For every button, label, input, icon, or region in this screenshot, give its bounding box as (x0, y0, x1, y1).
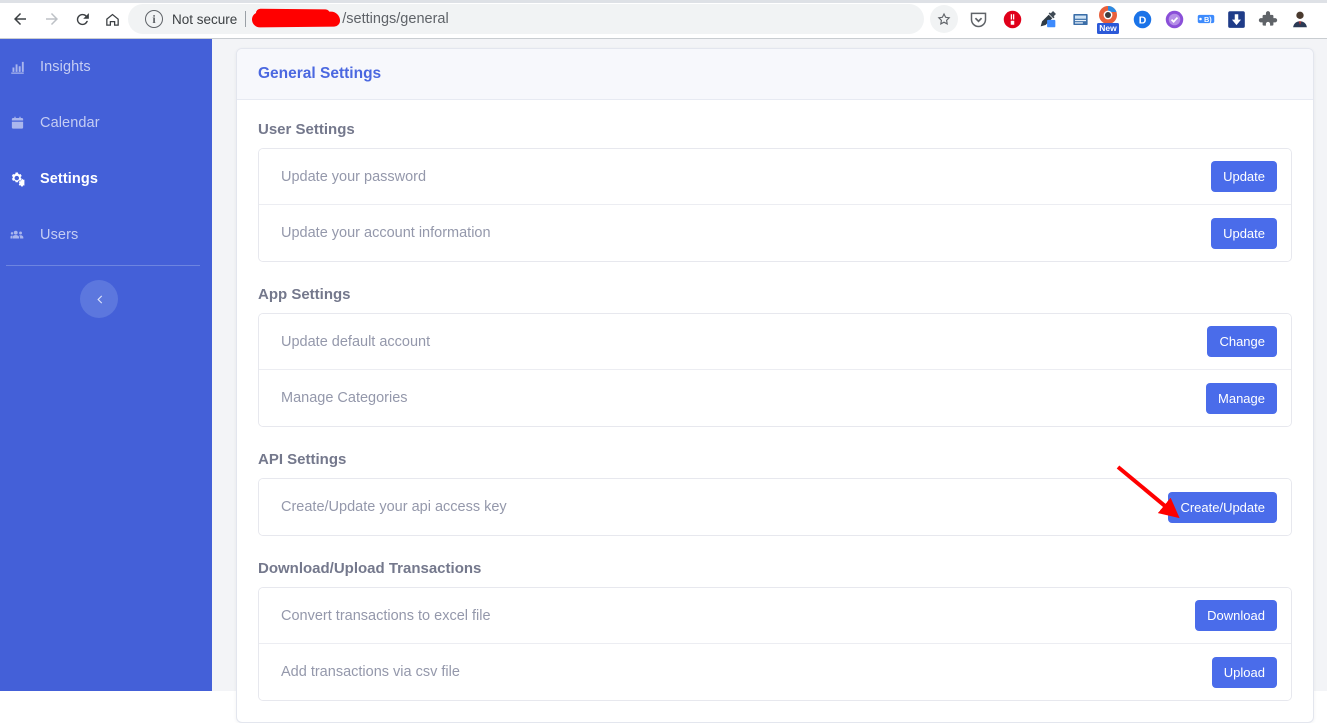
settings-row: Update your account information Update (259, 205, 1291, 261)
manage-categories-button[interactable]: Manage (1206, 382, 1277, 414)
browser-chrome: i Not secure /settings/general New D B) (0, 0, 1327, 39)
url-redaction-mark (252, 11, 341, 28)
chevron-left-icon (96, 294, 102, 304)
sidebar-item-settings[interactable]: Settings (0, 164, 212, 194)
row-label: Update default account (281, 333, 431, 350)
settings-row: Create/Update your api access key Create… (259, 479, 1291, 535)
app-viewport: Insights Calendar Settings Users General… (0, 39, 1327, 723)
profile-avatar-icon[interactable] (1288, 7, 1312, 31)
settings-row: Add transactions via csv file Upload (259, 644, 1291, 700)
info-circle-icon[interactable]: i (145, 10, 163, 28)
svg-text:New: New (1099, 23, 1117, 33)
omnibox-divider (245, 11, 247, 27)
url-path: /settings/general (342, 11, 449, 27)
sidebar-item-label: Insights (40, 59, 91, 75)
create-update-api-key-button[interactable]: Create/Update (1168, 491, 1277, 523)
settings-card: General Settings User Settings Update yo… (236, 48, 1314, 723)
d-circle-icon[interactable]: D (1130, 7, 1154, 31)
address-bar[interactable]: i Not secure /settings/general (128, 4, 924, 34)
home-icon (105, 13, 119, 26)
sidebar-item-users[interactable]: Users (0, 220, 212, 250)
pocket-icon[interactable] (966, 7, 990, 31)
url-text: /settings/general (252, 11, 449, 28)
sidebar-item-insights[interactable]: Insights (0, 52, 212, 82)
download-excel-button[interactable]: Download (1195, 600, 1277, 631)
row-label: Add transactions via csv file (281, 664, 460, 680)
settings-row: Update your password Update (259, 149, 1291, 205)
settings-row: Update default account Change (259, 314, 1291, 370)
back-button[interactable] (6, 5, 34, 33)
reload-button[interactable] (68, 5, 96, 33)
upload-csv-button[interactable]: Upload (1211, 656, 1277, 688)
svg-text:B): B) (1204, 15, 1212, 24)
cogs-icon (6, 170, 28, 188)
sidebar-divider (6, 265, 200, 266)
download-arrow-icon[interactable] (1224, 7, 1248, 31)
page-title: General Settings (258, 65, 382, 82)
forward-button[interactable] (38, 5, 66, 33)
card-icon[interactable]: B) (1194, 7, 1218, 31)
section-title-app-settings: App Settings (258, 286, 351, 303)
settings-group-app-settings: Update default account Change Manage Cat… (258, 313, 1292, 427)
camera-new-icon[interactable]: New (1096, 4, 1120, 34)
reader-icon[interactable] (1068, 7, 1092, 31)
tab-strip-edge (0, 0, 1327, 3)
home-button[interactable] (98, 5, 126, 33)
bookmark-star-button[interactable] (930, 5, 958, 33)
users-icon (6, 226, 28, 244)
row-label: Update your password (281, 168, 427, 185)
section-title-download-upload: Download/Upload Transactions (258, 560, 482, 577)
check-badge-icon[interactable] (1162, 7, 1186, 31)
sidebar-item-calendar[interactable]: Calendar (0, 108, 212, 138)
card-header: General Settings (237, 49, 1313, 100)
sidebar-item-label: Users (40, 227, 79, 243)
adblock-stop-icon[interactable] (1000, 7, 1024, 31)
forward-arrow-icon (46, 13, 58, 25)
calendar-icon (6, 114, 28, 132)
row-label: Manage Categories (281, 390, 408, 406)
row-label: Update your account information (281, 225, 491, 241)
sidebar-item-label: Settings (40, 171, 98, 187)
settings-row: Convert transactions to excel file Downl… (259, 588, 1291, 644)
sidebar-item-label: Calendar (40, 115, 100, 131)
star-icon (937, 12, 951, 25)
settings-row: Manage Categories Manage (259, 370, 1291, 426)
row-label: Convert transactions to excel file (281, 607, 491, 624)
settings-group-user-settings: Update your password Update Update your … (258, 148, 1292, 262)
settings-group-api-settings: Create/Update your api access key Create… (258, 478, 1292, 536)
security-status-label: Not secure (172, 11, 238, 27)
eyedropper-icon[interactable] (1036, 7, 1060, 31)
sidebar-collapse-button[interactable] (80, 280, 118, 318)
chart-bar-icon (6, 58, 28, 76)
sidebar: Insights Calendar Settings Users (0, 39, 212, 691)
section-title-api-settings: API Settings (258, 451, 347, 468)
change-default-account-button[interactable]: Change (1207, 326, 1277, 357)
reload-icon (76, 12, 89, 25)
extensions-puzzle-icon[interactable] (1256, 7, 1280, 31)
card-body: User Settings Update your password Updat… (237, 121, 1313, 701)
settings-group-download-upload: Convert transactions to excel file Downl… (258, 587, 1292, 701)
svg-text:D: D (1138, 14, 1146, 26)
back-arrow-icon (14, 13, 26, 25)
section-title-user-settings: User Settings (258, 121, 355, 138)
update-password-button[interactable]: Update (1211, 161, 1277, 192)
row-label: Create/Update your api access key (281, 499, 507, 515)
update-account-info-button[interactable]: Update (1211, 217, 1277, 249)
